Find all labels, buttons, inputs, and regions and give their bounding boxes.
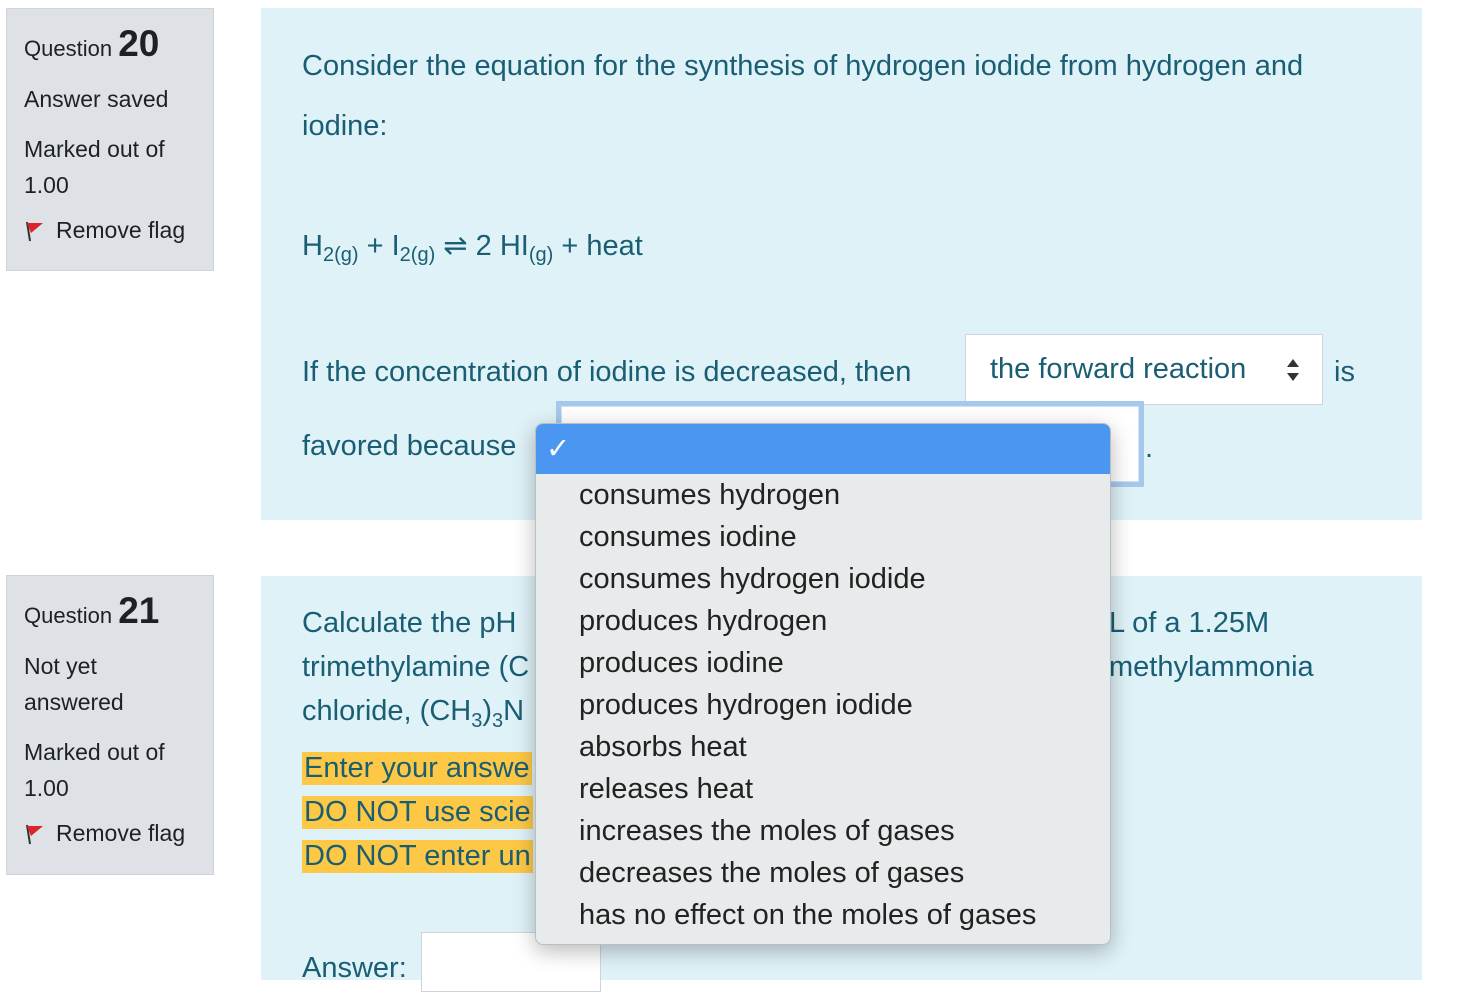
dropdown-option[interactable]: produces hydrogen iodide [536,684,1110,726]
question-number-value: 21 [118,590,160,631]
grade-value: 1.00 [24,172,69,198]
question-number: Question 20 [24,23,196,65]
remove-flag-button[interactable]: Remove flag [24,217,196,244]
grade-label: Marked out of [24,136,165,162]
dropdown-option[interactable]: consumes hydrogen [536,474,1110,516]
dropdown-option-blank-selected[interactable]: ✓ [536,424,1110,474]
flag-icon [24,823,46,845]
dropdown-option[interactable]: absorbs heat [536,726,1110,768]
question-grade: Marked out of 1.00 [24,734,196,806]
question-number: Question 21 [24,590,196,632]
instruction-highlight-1: Enter your answe [302,752,532,785]
flag-icon [24,220,46,242]
dropdown-option[interactable]: consumes hydrogen iodide [536,558,1110,600]
grade-value: 1.00 [24,775,69,801]
select-arrows-icon [1287,359,1299,381]
question-number-value: 20 [118,23,160,64]
question-label: Question [24,36,113,61]
instruction-highlight-3: DO NOT enter un [302,840,533,873]
question-text-line2-right: methylammonia [1109,651,1314,683]
flag-label: Remove flag [56,217,186,243]
question-text-line1: Consider the equation for the synthesis … [302,50,1304,82]
dropdown-option[interactable]: decreases the moles of gases [536,852,1110,894]
flag-label: Remove flag [56,820,186,846]
grade-label: Marked out of [24,739,165,765]
question-label: Question [24,603,113,628]
dropdown-options: consumes hydrogen consumes iodine consum… [536,474,1110,936]
checkmark-icon: ✓ [546,433,571,465]
question-text-line2: iodine: [302,110,388,142]
answer-label: Answer: [302,952,407,984]
dropdown-option[interactable]: releases heat [536,768,1110,810]
dropdown-option[interactable]: produces hydrogen [536,600,1110,642]
sentence-period: . [1145,432,1154,464]
remove-flag-button[interactable]: Remove flag [24,820,196,847]
favored-because: favored because [302,430,517,462]
dropdown-option[interactable]: consumes iodine [536,516,1110,558]
instruction-highlight-2: DO NOT use scie [302,796,533,829]
question-21-info: Question 21 Not yet answered Marked out … [6,575,214,875]
sentence-start: If the concentration of iodine is decrea… [302,356,912,388]
dropdown-option[interactable]: produces iodine [536,642,1110,684]
sentence-is: is [1334,356,1355,388]
reason-dropdown-list: ✓ consumes hydrogen consumes iodine cons… [535,423,1111,945]
question-text-line3: chloride, (CH3)3N [302,695,525,732]
question-state: Answer saved [24,86,169,112]
question-state: Not yet answered [24,653,124,715]
dropdown-option[interactable]: has no effect on the moles of gases [536,894,1110,936]
dropdown-option[interactable]: increases the moles of gases [536,810,1110,852]
select-value: the forward reaction [990,353,1247,385]
question-20-info: Question 20 Answer saved Marked out of 1… [6,8,214,271]
chemical-equation: H2(g) + I2(g) ⇌ 2 HI(g) + heat [302,230,643,266]
reaction-direction-select[interactable]: the forward reaction [965,334,1323,405]
question-grade: Marked out of 1.00 [24,131,196,203]
